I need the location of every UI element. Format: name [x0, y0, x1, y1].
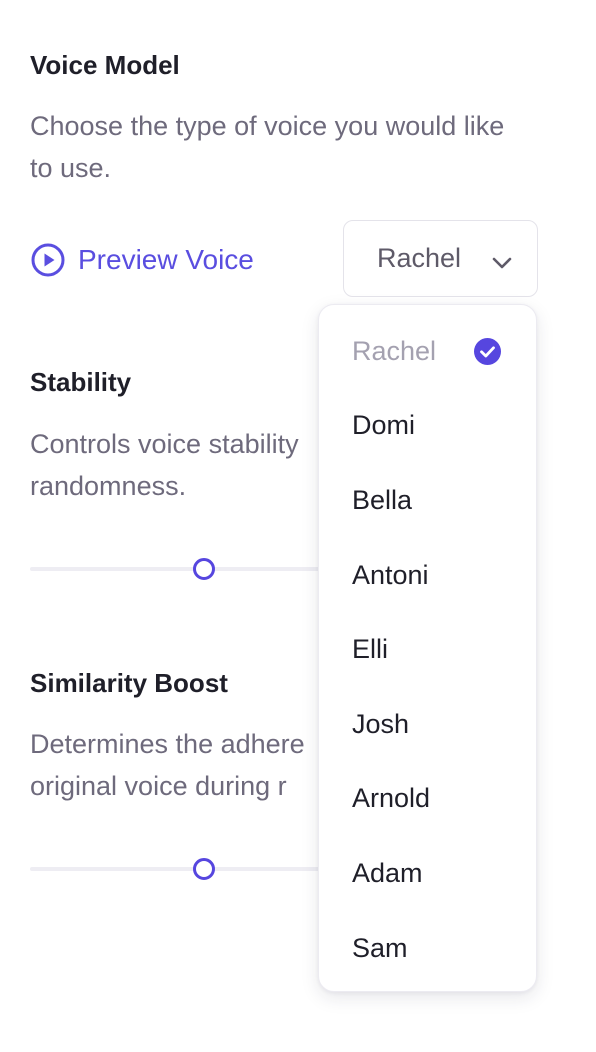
similarity-boost-slider[interactable] [30, 857, 330, 881]
voice-option-bella[interactable]: Bella [319, 463, 536, 538]
chevron-down-icon [491, 250, 513, 272]
voice-option-arnold[interactable]: Arnold [319, 762, 536, 837]
similarity-boost-slider-track[interactable] [30, 867, 330, 871]
voice-option-label: Sam [352, 932, 408, 963]
stability-slider-track[interactable] [30, 567, 330, 571]
voice-option-label: Bella [352, 484, 413, 515]
similarity-boost-title: Similarity Boost [30, 668, 228, 698]
similarity-boost-slider-thumb[interactable] [193, 858, 215, 880]
voice-option-domi[interactable]: Domi [319, 389, 536, 464]
check-circle-icon [474, 338, 501, 365]
voice-option-antoni[interactable]: Antoni [319, 538, 536, 613]
voice-dropdown-menu: Rachel Domi Bella Antoni Elli Josh Arnol… [318, 304, 537, 992]
preview-voice-label: Preview Voice [78, 244, 254, 275]
play-circle-icon [30, 242, 66, 278]
voice-option-label: Elli [352, 634, 389, 665]
stability-slider-thumb[interactable] [193, 558, 215, 580]
voice-settings-panel: Voice Model Choose the type of voice you… [0, 0, 596, 1052]
voice-option-label: Domi [352, 410, 416, 441]
voice-select[interactable]: Rachel [343, 220, 538, 297]
voice-option-elli[interactable]: Elli [319, 612, 536, 687]
voice-option-label: Adam [352, 857, 423, 888]
preview-voice-button[interactable]: Preview Voice [30, 238, 254, 282]
voice-option-label: Arnold [352, 783, 431, 814]
voice-option-label: Rachel [352, 335, 437, 366]
similarity-boost-description-line1: Determines the adhere [30, 729, 305, 759]
stability-slider[interactable] [30, 557, 330, 581]
voice-model-description: Choose the type of voice you would like … [30, 111, 505, 183]
voice-option-sam[interactable]: Sam [319, 911, 536, 986]
voice-option-rachel[interactable]: Rachel [319, 314, 536, 389]
stability-description-line1: Controls voice stability [30, 429, 299, 459]
voice-option-josh[interactable]: Josh [319, 687, 536, 762]
similarity-boost-description-line2: original voice during r [30, 771, 287, 801]
voice-option-label: Josh [352, 708, 410, 739]
voice-model-title: Voice Model [30, 50, 180, 80]
voice-option-adam[interactable]: Adam [319, 836, 536, 911]
stability-title: Stability [30, 367, 132, 397]
voice-select-value: Rachel [377, 243, 462, 273]
voice-option-label: Antoni [352, 559, 429, 590]
